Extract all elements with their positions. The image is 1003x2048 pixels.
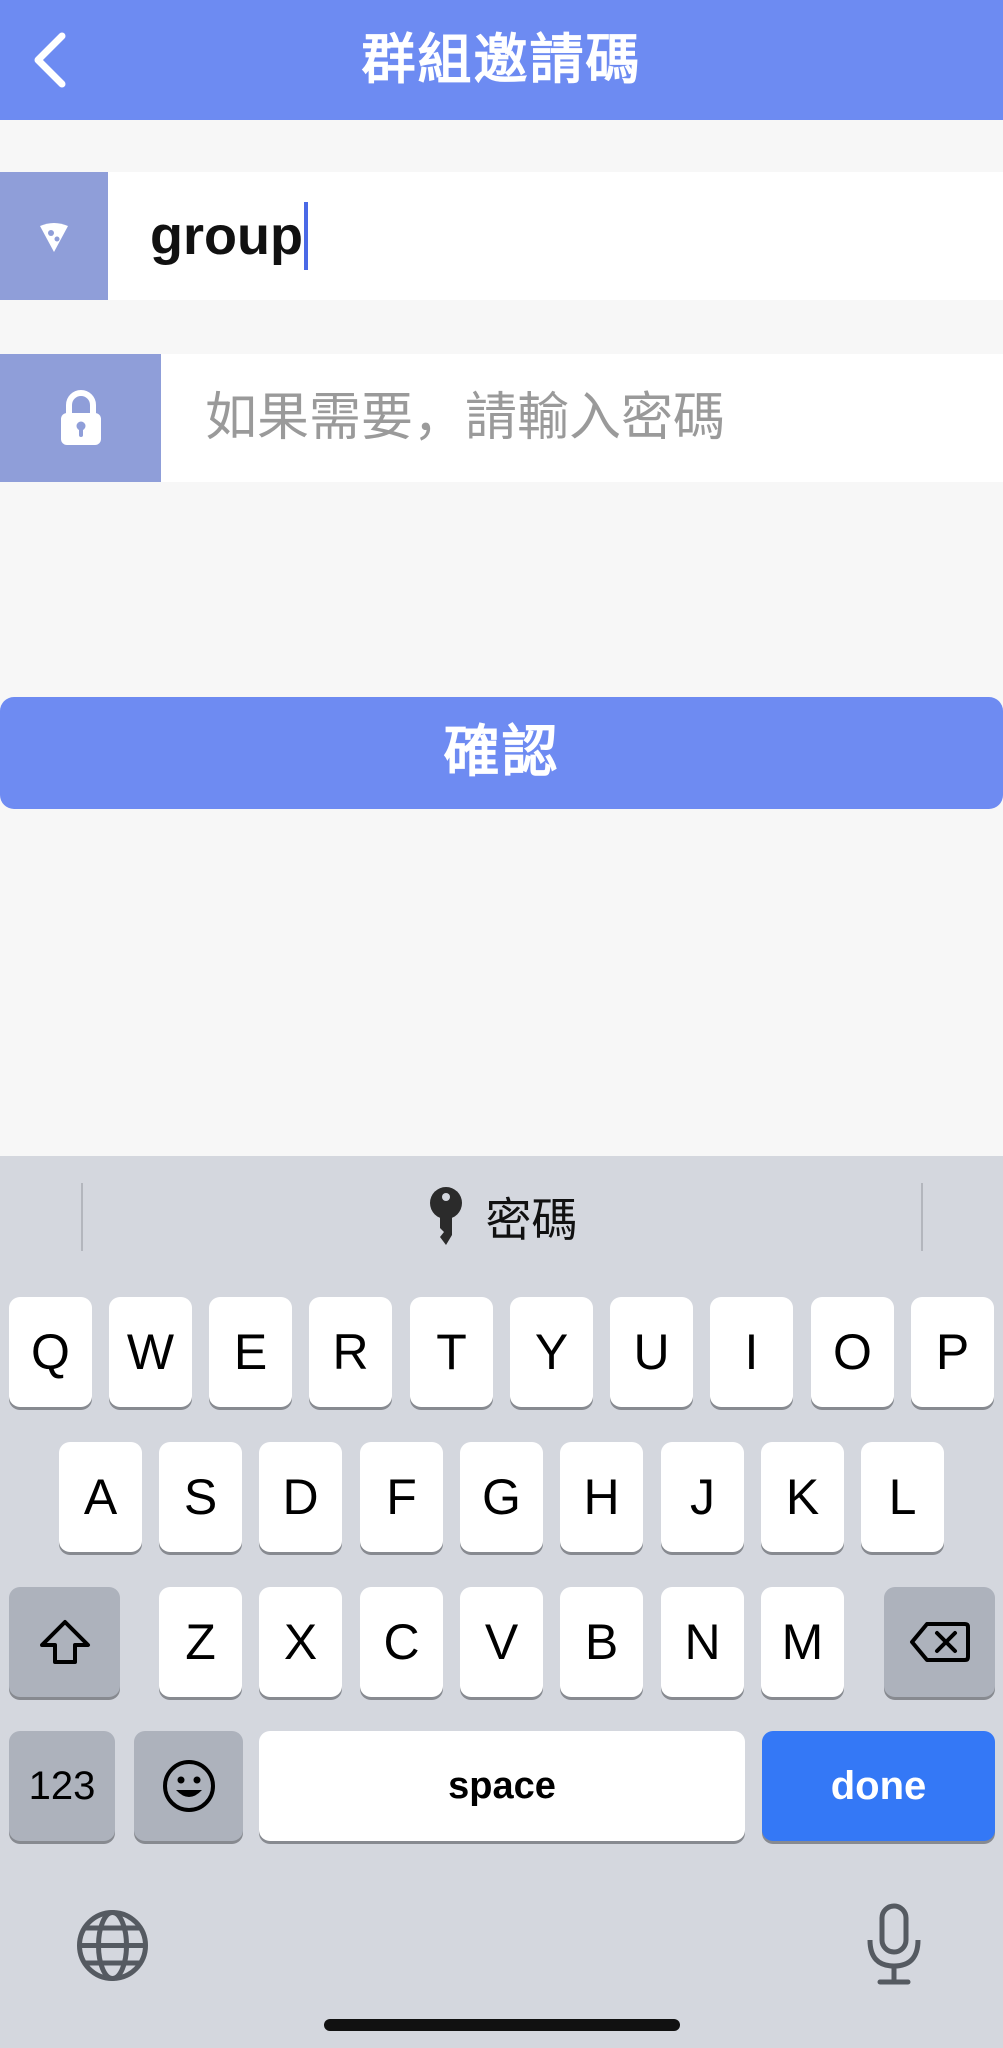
lock-icon-box: [0, 354, 161, 482]
emoji-key[interactable]: [134, 1731, 243, 1841]
key-j[interactable]: J: [661, 1442, 744, 1552]
microphone-icon: [867, 1903, 921, 1985]
key-icon: [429, 1187, 462, 1245]
key-b[interactable]: B: [560, 1587, 643, 1697]
header-bar: 群組邀請碼: [0, 0, 1003, 120]
key-f[interactable]: F: [360, 1442, 443, 1552]
password-suggestion[interactable]: 密碼: [0, 1156, 1003, 1278]
key-d[interactable]: D: [259, 1442, 342, 1552]
key-z[interactable]: Z: [159, 1587, 242, 1697]
password-row: 如果需要，請輸入密碼: [0, 354, 1003, 482]
pizza-slice-icon: [40, 223, 68, 252]
key-t[interactable]: T: [410, 1297, 493, 1407]
key-r[interactable]: R: [309, 1297, 392, 1407]
key-m[interactable]: M: [761, 1587, 844, 1697]
group-icon-box: [0, 172, 108, 300]
key-x[interactable]: X: [259, 1587, 342, 1697]
lock-icon: [60, 390, 101, 445]
key-g[interactable]: G: [460, 1442, 543, 1552]
key-c[interactable]: C: [360, 1587, 443, 1697]
done-key[interactable]: done: [762, 1731, 995, 1841]
space-key[interactable]: space: [259, 1731, 745, 1841]
keyboard: 密碼 Q W E R T Y U I O P A S D F G H J K L…: [0, 1156, 1003, 2048]
key-w[interactable]: W: [109, 1297, 192, 1407]
key-i[interactable]: I: [710, 1297, 793, 1407]
key-h[interactable]: H: [560, 1442, 643, 1552]
delete-key[interactable]: [884, 1587, 995, 1697]
page-title: 群組邀請碼: [361, 28, 642, 91]
key-p[interactable]: P: [911, 1297, 994, 1407]
group-code-value: group: [150, 206, 303, 266]
key-o[interactable]: O: [811, 1297, 894, 1407]
globe-button[interactable]: [75, 1908, 150, 1983]
backspace-icon: [909, 1622, 970, 1662]
shift-key[interactable]: [9, 1587, 120, 1697]
password-input[interactable]: 如果需要，請輸入密碼: [205, 354, 725, 482]
emoji-icon: [162, 1760, 215, 1812]
home-indicator: [324, 2019, 680, 2031]
key-k[interactable]: K: [761, 1442, 844, 1552]
group-code-row: group: [0, 172, 1003, 300]
back-button[interactable]: [18, 28, 82, 92]
shift-icon: [39, 1620, 90, 1664]
key-s[interactable]: S: [159, 1442, 242, 1552]
numbers-key[interactable]: 123: [9, 1731, 115, 1841]
key-v[interactable]: V: [460, 1587, 543, 1697]
suggestion-label: 密碼: [485, 1193, 578, 1247]
group-code-input[interactable]: group: [150, 172, 308, 300]
key-q[interactable]: Q: [9, 1297, 92, 1407]
microphone-button[interactable]: [862, 1902, 926, 1988]
confirm-button[interactable]: 確認: [0, 697, 1003, 809]
key-e[interactable]: E: [209, 1297, 292, 1407]
key-n[interactable]: N: [661, 1587, 744, 1697]
key-y[interactable]: Y: [510, 1297, 593, 1407]
globe-icon: [77, 1910, 148, 1981]
key-a[interactable]: A: [59, 1442, 142, 1552]
text-caret: [303, 201, 308, 270]
chevron-left-icon: [34, 32, 66, 88]
key-l[interactable]: L: [861, 1442, 944, 1552]
key-u[interactable]: U: [610, 1297, 693, 1407]
